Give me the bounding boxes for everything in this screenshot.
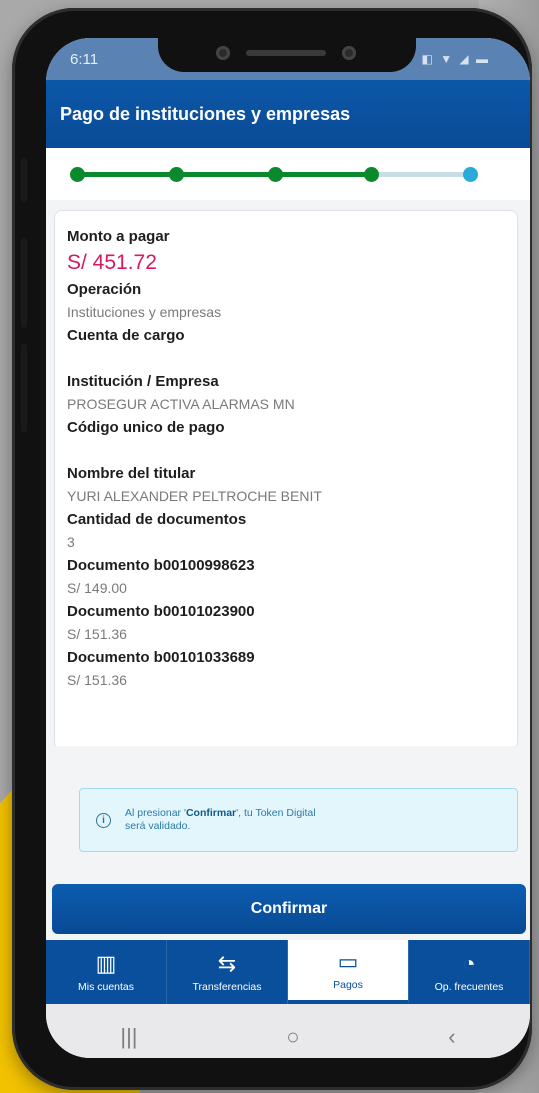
system-nav-bar: ||| ○ ‹ bbox=[46, 1004, 530, 1058]
phone-volume-button bbox=[21, 343, 27, 433]
app-header: Pago de instituciones y empresas bbox=[46, 80, 530, 148]
notice-emphasis: Confirmar bbox=[185, 807, 237, 819]
document-amount: S/ 151.36 bbox=[67, 672, 127, 688]
document-label: Documento b00101023900 bbox=[67, 603, 255, 620]
camera-icon bbox=[342, 46, 356, 60]
nav-item-label: Transferencias bbox=[192, 981, 262, 993]
payment-summary-card: Monto a pagar S/ 451.72 Operación Instit… bbox=[54, 210, 518, 750]
step-dot-1 bbox=[70, 167, 85, 182]
amount-label: Monto a pagar bbox=[67, 228, 170, 245]
speaker-grille bbox=[246, 50, 326, 56]
document-count-value: 3 bbox=[67, 534, 75, 550]
phone-screen: 6:11 ◧ ▼ ◢ ▬ Pago de instituciones y emp… bbox=[46, 38, 530, 1058]
phone-side-button bbox=[21, 158, 27, 202]
recents-button[interactable]: ||| bbox=[120, 1024, 137, 1050]
progress-stepper bbox=[46, 148, 530, 200]
phone-notch bbox=[158, 38, 416, 72]
nav-item-pagos[interactable]: ▭ Pagos bbox=[288, 940, 409, 1004]
document-amount: S/ 149.00 bbox=[67, 580, 127, 596]
nav-item-transferencias[interactable]: ⇆ Transferencias bbox=[167, 940, 288, 1004]
document-count-label: Cantidad de documentos bbox=[67, 511, 247, 528]
notice-text: Al presionar 'Confirmar', tu Token Digit… bbox=[125, 807, 316, 832]
info-icon: i bbox=[96, 812, 111, 828]
amount-value: S/ 451.72 bbox=[67, 251, 157, 274]
stepper-track-completed bbox=[76, 172, 372, 177]
confirm-button[interactable]: Confirmar bbox=[52, 884, 526, 934]
document-label: Documento b00101033689 bbox=[67, 649, 255, 666]
transfer-arrows-icon: ⇆ bbox=[217, 951, 237, 976]
nav-item-label: Op. frecuentes bbox=[434, 981, 504, 993]
phone-volume-button bbox=[21, 238, 27, 328]
stepper-track-pending bbox=[372, 172, 470, 177]
status-icons: ◧ ▼ ◢ ▬ bbox=[421, 52, 490, 66]
confirm-area: Confirmar bbox=[46, 880, 530, 940]
institution-value: PROSEGUR ACTIVA ALARMAS MN bbox=[67, 396, 295, 412]
camera-icon bbox=[216, 46, 230, 60]
institution-label: Institución / Empresa bbox=[67, 373, 219, 390]
account-label: Cuenta de cargo bbox=[67, 327, 185, 344]
document-label: Documento b00100998623 bbox=[67, 557, 255, 574]
operation-label: Operación bbox=[67, 281, 142, 298]
nav-item-op-frecuentes[interactable]: ◔ Op. frecuentes bbox=[409, 940, 530, 1004]
document-amount: S/ 151.36 bbox=[67, 626, 127, 642]
bottom-nav: ▥ Mis cuentas ⇆ Transferencias ▭ Pagos ◔… bbox=[46, 940, 530, 1004]
details-area: Monto a pagar S/ 451.72 Operación Instit… bbox=[46, 200, 530, 750]
clock-money-icon: ◔ bbox=[462, 951, 476, 976]
home-button[interactable]: ○ bbox=[286, 1024, 299, 1050]
operation-value: Instituciones y empresas bbox=[67, 304, 222, 320]
step-dot-2 bbox=[169, 167, 184, 182]
holder-label: Nombre del titular bbox=[67, 465, 196, 482]
page-title: Pago de instituciones y empresas bbox=[60, 103, 351, 124]
payment-code-label: Código unico de pago bbox=[67, 419, 225, 436]
card-payment-icon: ▭ bbox=[337, 949, 359, 974]
status-time: 6:11 bbox=[70, 50, 99, 68]
back-button[interactable]: ‹ bbox=[448, 1024, 455, 1050]
step-dot-3 bbox=[268, 167, 283, 182]
holder-value: YURI ALEXANDER PELTROCHE BENIT bbox=[67, 488, 322, 504]
step-dot-5 bbox=[463, 167, 478, 182]
nav-item-mis-cuentas[interactable]: ▥ Mis cuentas bbox=[46, 940, 167, 1004]
notice-area: i Al presionar 'Confirmar', tu Token Dig… bbox=[46, 746, 530, 880]
nav-item-label: Mis cuentas bbox=[77, 981, 135, 993]
nav-item-label: Pagos bbox=[333, 979, 363, 991]
bar-chart-icon: ▥ bbox=[95, 951, 117, 976]
token-notice: i Al presionar 'Confirmar', tu Token Dig… bbox=[79, 788, 518, 852]
step-dot-4 bbox=[364, 167, 379, 182]
